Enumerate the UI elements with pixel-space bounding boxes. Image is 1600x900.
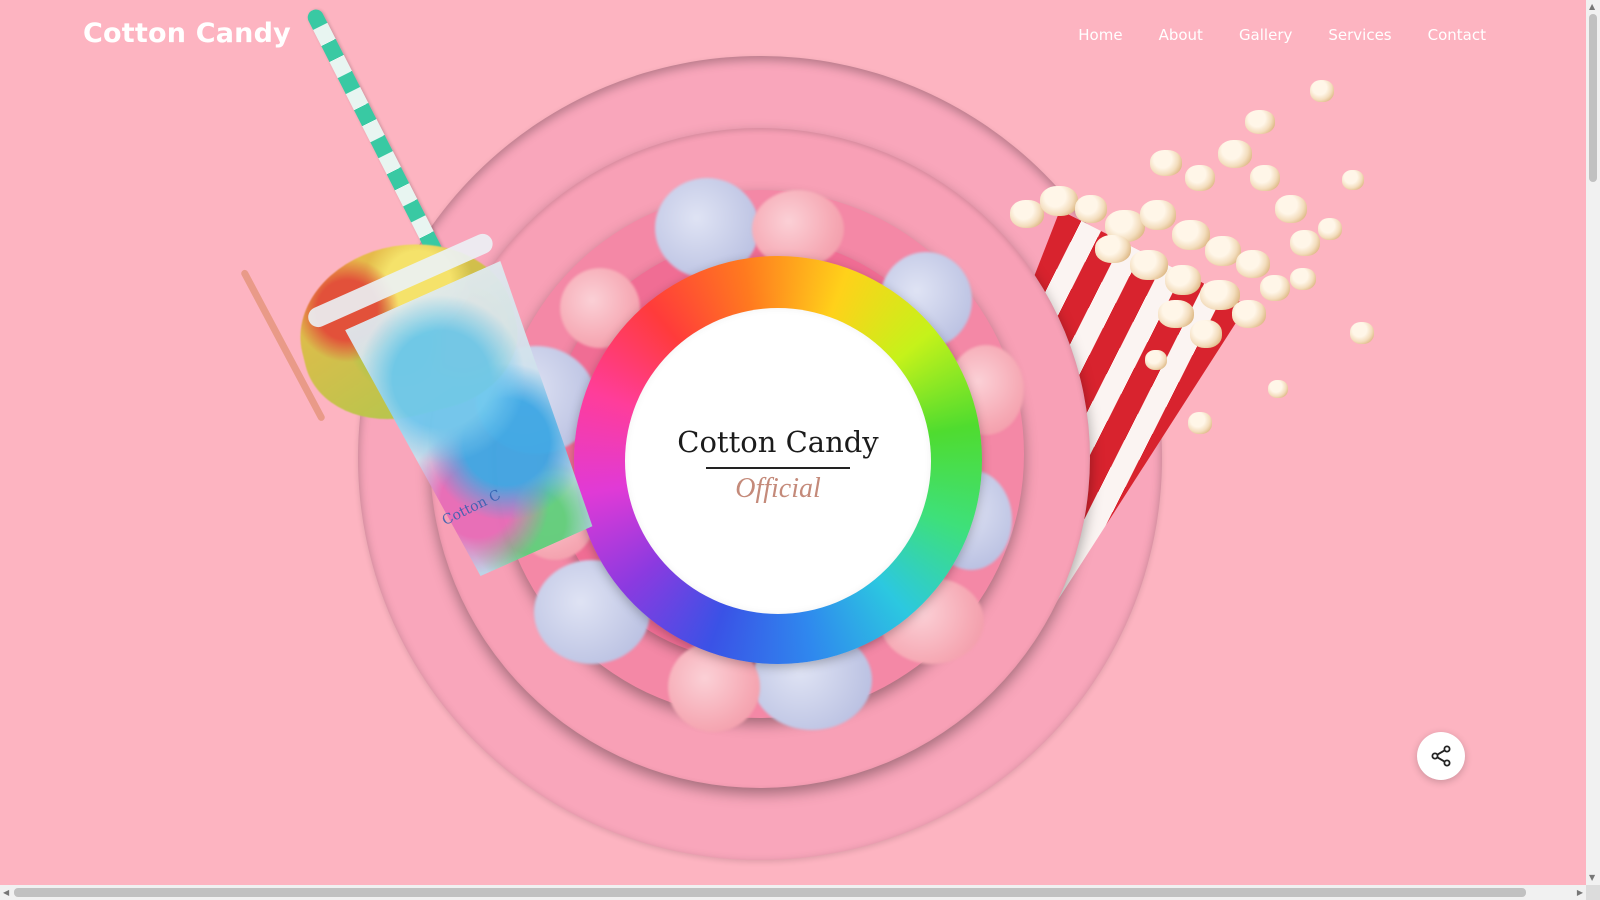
- horizontal-scroll-thumb[interactable]: [14, 888, 1526, 897]
- chevron-up-icon[interactable]: ▲: [1589, 2, 1595, 12]
- chevron-down-icon[interactable]: ▼: [1589, 873, 1595, 883]
- scrollbar-corner: [1586, 885, 1600, 900]
- vertical-scroll-thumb[interactable]: [1589, 14, 1597, 182]
- nav-services[interactable]: Services: [1328, 26, 1391, 44]
- main-nav: Home About Gallery Services Contact: [1078, 26, 1486, 44]
- chevron-right-icon[interactable]: ▶: [1577, 888, 1583, 898]
- logo-center: [625, 308, 931, 614]
- nav-home[interactable]: Home: [1078, 26, 1122, 44]
- horizontal-scrollbar[interactable]: ◀ ▶: [0, 885, 1586, 900]
- share-icon: [1431, 745, 1451, 767]
- logo-subtitle: Official: [735, 473, 821, 504]
- nav-about[interactable]: About: [1159, 26, 1203, 44]
- share-button[interactable]: [1417, 732, 1465, 780]
- nav-contact[interactable]: Contact: [1428, 26, 1486, 44]
- logo-divider: [706, 467, 850, 469]
- logo-title: Cotton Candy: [677, 425, 879, 459]
- page: Cotton Candy Home About Gallery Services…: [0, 0, 1586, 885]
- chevron-left-icon[interactable]: ◀: [3, 888, 9, 898]
- nav-gallery[interactable]: Gallery: [1239, 26, 1292, 44]
- vertical-scrollbar[interactable]: ▲ ▼: [1586, 0, 1600, 885]
- brand-logo-link[interactable]: Cotton Candy: [83, 18, 291, 49]
